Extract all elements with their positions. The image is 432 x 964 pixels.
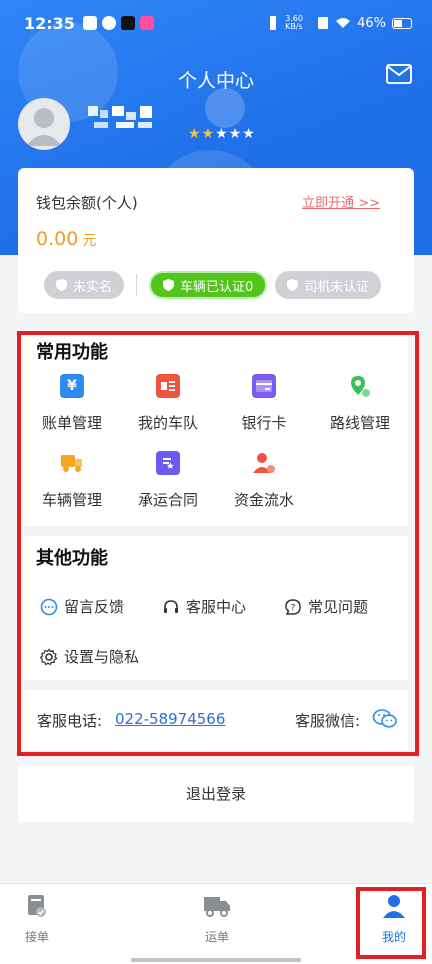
highlight-box xyxy=(17,331,419,756)
username-blurred xyxy=(88,106,152,128)
shield-icon xyxy=(287,279,299,291)
status-bar: 12:35 3.60 KB/s 46% xyxy=(24,10,412,36)
divider xyxy=(136,274,138,296)
tab-highlight-box xyxy=(356,887,426,959)
mail-icon[interactable] xyxy=(386,64,412,84)
page-title: 个人中心 xyxy=(177,70,254,92)
driver-verify-badge[interactable]: 司机未认证 xyxy=(275,271,382,299)
star-empty-icon: ★ xyxy=(215,126,229,142)
default-avatar-icon xyxy=(26,108,62,146)
rating-stars: ★★★★★ xyxy=(188,126,256,142)
shield-icon xyxy=(163,279,175,291)
status-time: 12:35 xyxy=(24,13,75,33)
tab-waybill[interactable]: 运单 xyxy=(203,894,231,945)
shield-icon xyxy=(56,279,67,291)
logout-button[interactable]: 退出登录 xyxy=(18,765,414,822)
open-wallet-link[interactable]: 立即开通 >> xyxy=(302,192,380,211)
star-filled-icon: ★ xyxy=(201,126,216,142)
star-empty-icon: ★ xyxy=(228,126,243,142)
wifi-icon xyxy=(336,18,351,28)
tab-orders[interactable]: 接单 xyxy=(25,894,49,945)
battery-icon xyxy=(392,17,412,29)
avatar[interactable] xyxy=(18,98,70,150)
wallet-amount: 0.00 元 xyxy=(36,228,97,250)
wallet-card: 钱包余额(个人) 立即开通 >> 0.00 元 未实名 车辆已认证0 司机未认证 xyxy=(18,168,414,313)
wallet-label: 钱包余额(个人) xyxy=(36,194,138,212)
sim-icon xyxy=(318,17,329,29)
home-indicator[interactable] xyxy=(131,958,301,962)
star-filled-icon: ★ xyxy=(188,126,202,142)
vehicle-verified-badge[interactable]: 车辆已认证0 xyxy=(149,271,268,299)
app-notification-icon xyxy=(101,16,116,30)
app-notification-icon xyxy=(139,16,154,30)
net-speed: 3.60 KB/s xyxy=(285,14,303,31)
star-empty-icon: ★ xyxy=(242,126,256,142)
waybill-truck-icon xyxy=(204,897,230,917)
battery-percent: 46% xyxy=(357,15,386,31)
real-name-badge[interactable]: 未实名 xyxy=(44,271,125,299)
app-notification-icon xyxy=(82,16,97,30)
verification-badges: 未实名 车辆已认证0 司机未认证 xyxy=(44,271,398,299)
tiktok-icon xyxy=(120,16,135,30)
vibrate-icon xyxy=(270,16,277,30)
order-icon xyxy=(28,895,46,917)
